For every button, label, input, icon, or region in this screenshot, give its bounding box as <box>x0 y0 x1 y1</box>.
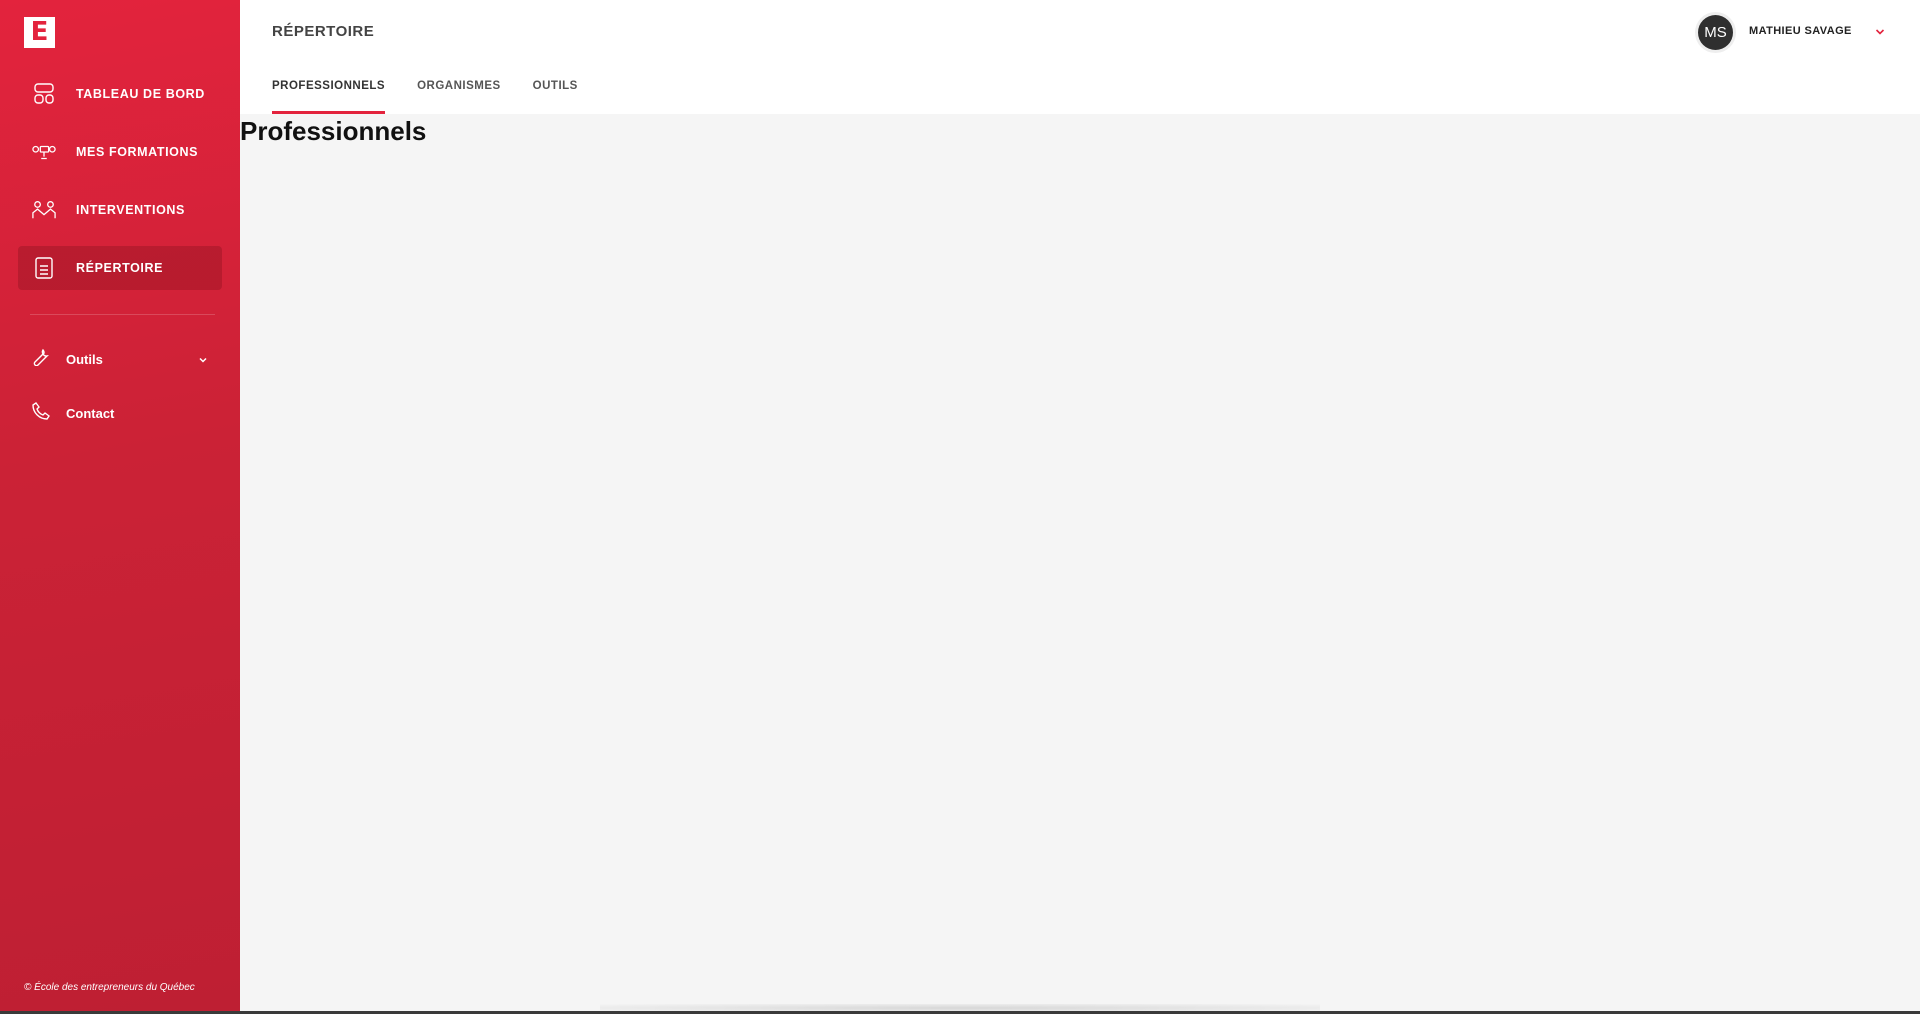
training-icon <box>32 140 56 164</box>
sidebar-item-label: MES FORMATIONS <box>76 145 199 159</box>
sidebar-item-repertoire[interactable]: RÉPERTOIRE <box>18 246 222 290</box>
user-name[interactable]: MATHIEU SAVAGE <box>1749 25 1852 37</box>
copyright-note: © École des entrepreneurs du Québec <box>24 982 195 993</box>
logo[interactable]: E <box>24 17 55 48</box>
page-title: RÉPERTOIRE <box>272 23 375 40</box>
wrench-icon <box>32 348 50 371</box>
tab-professionnels[interactable]: PROFESSIONNELS <box>272 78 386 114</box>
sidebar: E TABLEAU DE BORD MES FORMATIONS INTERVE… <box>0 0 240 1011</box>
tab-organismes[interactable]: ORGANISMES <box>417 78 501 114</box>
sidebar-item-label: TABLEAU DE BORD <box>76 87 205 101</box>
tab-outils[interactable]: OUTILS <box>533 78 578 114</box>
sidebar-divider <box>30 314 215 315</box>
sidebar-item-label: Contact <box>66 405 115 421</box>
sidebar-item-interventions[interactable]: INTERVENTIONS <box>18 188 222 232</box>
sidebar-item-mes-formations[interactable]: MES FORMATIONS <box>18 130 222 174</box>
sidebar-item-label: RÉPERTOIRE <box>76 261 164 275</box>
section-title: Professionnels <box>240 116 427 146</box>
avatar[interactable]: MS <box>1698 15 1733 50</box>
chevron-down-icon[interactable] <box>198 352 208 370</box>
sidebar-item-label: Outils <box>66 351 103 367</box>
sidebar-item-outils[interactable]: Outils <box>32 344 212 374</box>
phone-icon <box>32 401 50 425</box>
sidebar-item-tableau-de-bord[interactable]: TABLEAU DE BORD <box>18 72 222 116</box>
sidebar-item-label: INTERVENTIONS <box>76 203 185 217</box>
directory-icon <box>32 256 56 280</box>
meeting-icon <box>32 198 56 222</box>
tab-bar: PROFESSIONNELS ORGANISMES OUTILS <box>272 78 610 114</box>
top-header: RÉPERTOIRE PROFESSIONNELS ORGANISMES OUT… <box>240 0 1920 114</box>
sidebar-item-contact[interactable]: Contact <box>32 398 212 428</box>
dashboard-icon <box>32 82 56 106</box>
chevron-down-icon[interactable] <box>1874 25 1886 43</box>
